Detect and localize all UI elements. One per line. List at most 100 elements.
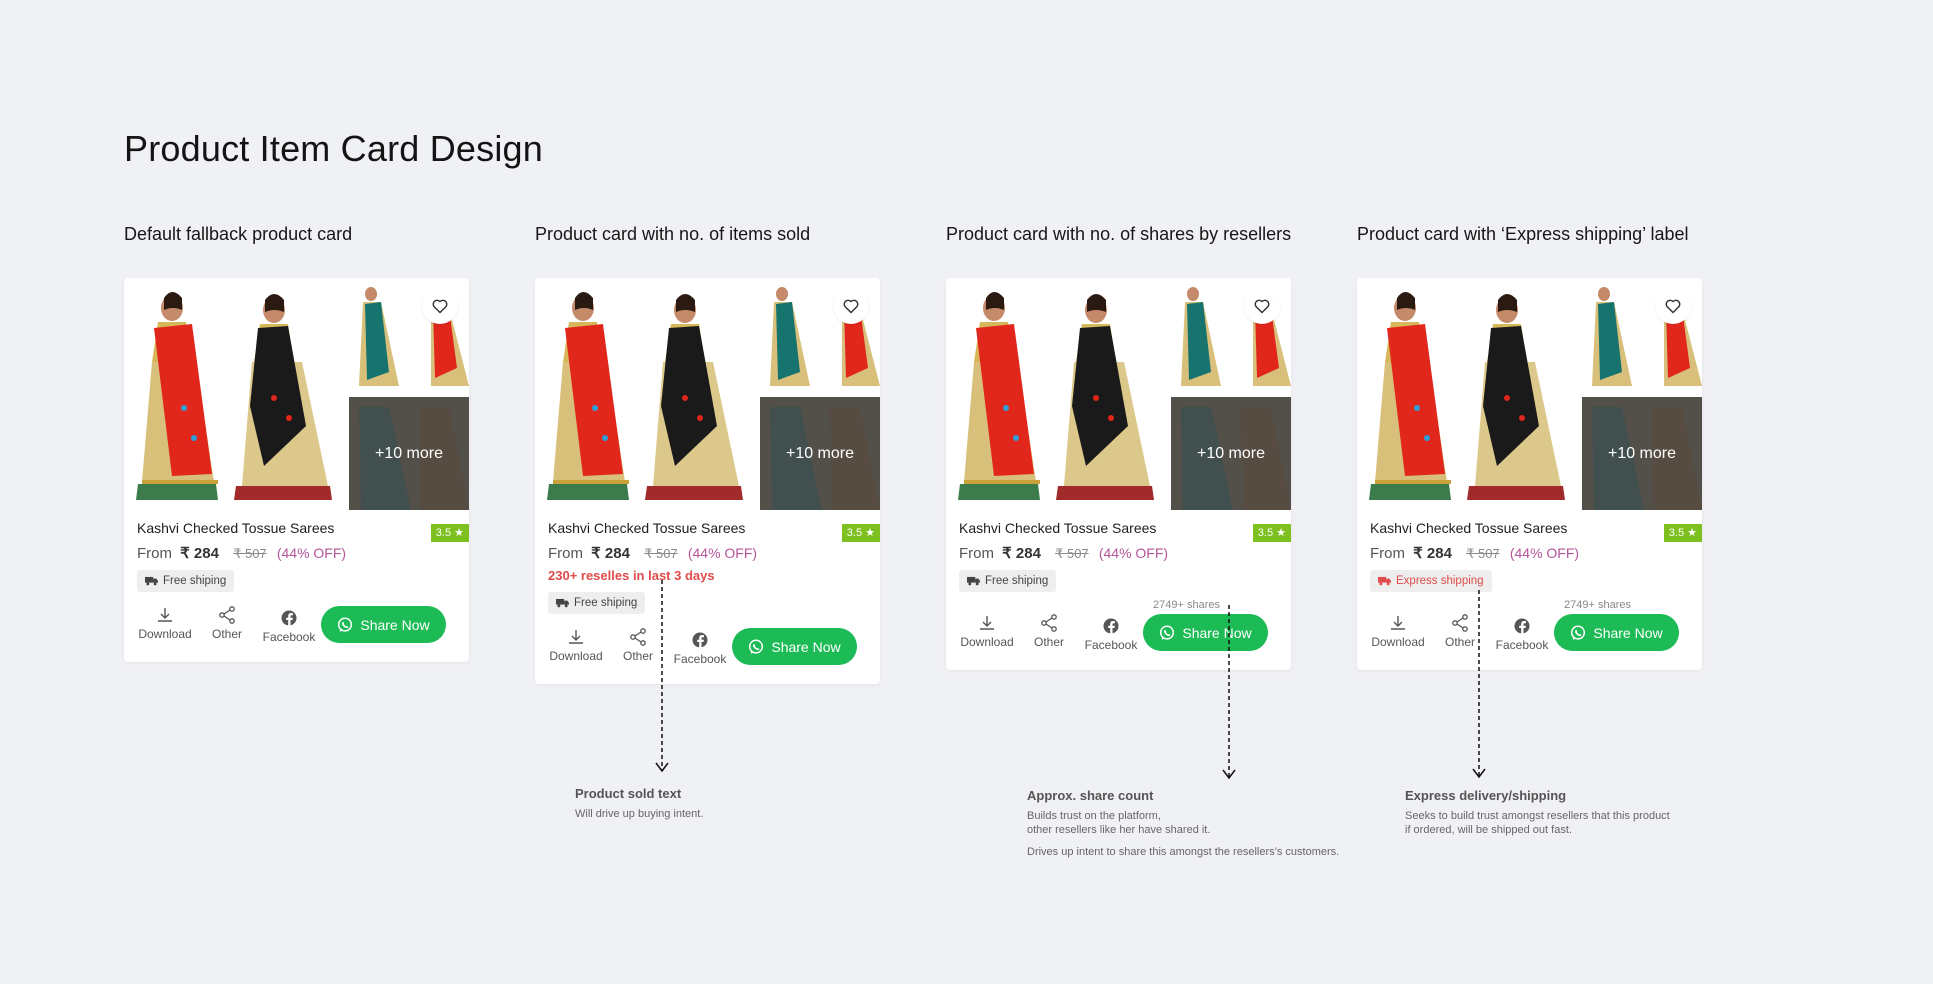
product-image-more[interactable]: +10 more bbox=[1171, 397, 1291, 510]
arrow-down-icon bbox=[1472, 590, 1486, 779]
facebook-label: Facebook bbox=[1084, 638, 1138, 652]
product-name[interactable]: Kashvi Checked Tossue Sarees bbox=[959, 520, 1278, 538]
heart-icon bbox=[843, 299, 859, 314]
download-action[interactable]: Download bbox=[546, 628, 606, 663]
product-image-more[interactable]: +10 more bbox=[349, 397, 469, 510]
card-heading: Default fallback product card bbox=[124, 224, 353, 244]
shipping-badge: Free shiping bbox=[959, 570, 1057, 592]
page-title: Product Item Card Design bbox=[124, 128, 543, 169]
wishlist-button[interactable] bbox=[422, 288, 458, 324]
shipping-wrap: Free shiping bbox=[137, 564, 456, 592]
from-label: From bbox=[548, 545, 583, 562]
other-share-action[interactable]: Other bbox=[197, 606, 257, 641]
discount-label: (44% OFF) bbox=[687, 545, 758, 561]
whatsapp-icon bbox=[338, 617, 353, 632]
arrow-down-icon bbox=[655, 580, 669, 773]
note-express-line-1: Seeks to build trust amongst resellers t… bbox=[1405, 810, 1670, 822]
facebook-icon bbox=[692, 632, 708, 648]
other-label: Other bbox=[1033, 635, 1064, 649]
selling-price: ₹ 284 bbox=[1413, 545, 1452, 562]
share-now-button[interactable]: Share Now bbox=[321, 606, 446, 643]
product-name[interactable]: Kashvi Checked Tossue Sarees bbox=[137, 520, 456, 538]
product-image-main[interactable] bbox=[535, 278, 755, 510]
price-row: From ₹ 284 ₹ 507 (44% OFF) bbox=[1370, 544, 1689, 564]
product-image-main[interactable] bbox=[124, 278, 344, 510]
card-column-2: Product card with no. of items sold +10 … bbox=[535, 224, 880, 684]
facebook-share-action[interactable]: Facebook bbox=[1492, 617, 1552, 652]
whatsapp-icon bbox=[1160, 625, 1175, 640]
card-heading: Product card with no. of items sold bbox=[535, 224, 811, 244]
truck-icon bbox=[145, 576, 158, 586]
product-name[interactable]: Kashvi Checked Tossue Sarees bbox=[1370, 520, 1689, 538]
rating-badge: 3.5 ★ bbox=[430, 524, 469, 542]
product-card[interactable]: +10 more Kashvi Checked Tossue Sarees 3.… bbox=[124, 278, 469, 662]
product-image-more[interactable]: +10 more bbox=[760, 397, 880, 510]
product-gallery[interactable]: +10 more bbox=[946, 278, 1291, 510]
facebook-share-action[interactable]: Facebook bbox=[670, 631, 730, 666]
wishlist-button[interactable] bbox=[833, 288, 869, 324]
card-heading: Product card with no. of shares by resel… bbox=[946, 224, 1292, 244]
facebook-icon bbox=[1514, 618, 1530, 634]
download-action[interactable]: Download bbox=[957, 614, 1017, 649]
truck-icon bbox=[1378, 576, 1391, 586]
share-now-button[interactable]: Share Now bbox=[1143, 614, 1268, 651]
facebook-share-action[interactable]: Facebook bbox=[259, 609, 319, 644]
download-icon bbox=[569, 630, 583, 644]
original-price: ₹ 507 bbox=[1055, 546, 1089, 561]
shipping-label: Free shiping bbox=[574, 597, 638, 609]
download-action[interactable]: Download bbox=[135, 606, 195, 641]
more-images-label[interactable]: +10 more bbox=[1171, 397, 1291, 510]
more-images-label[interactable]: +10 more bbox=[760, 397, 880, 510]
product-card[interactable]: +10 more Kashvi Checked Tossue Sarees 3.… bbox=[1357, 278, 1702, 670]
share-now-button[interactable]: Share Now bbox=[732, 628, 857, 665]
card-column-4: Product card with ‘Express shipping’ lab… bbox=[1357, 224, 1702, 670]
shipping-wrap: Free shiping bbox=[959, 564, 1278, 592]
shares-count: 2749+ shares bbox=[1564, 599, 1631, 611]
facebook-label: Facebook bbox=[262, 630, 316, 644]
wishlist-button[interactable] bbox=[1244, 288, 1280, 324]
from-label: From bbox=[1370, 545, 1405, 562]
shipping-label: Express shipping bbox=[1396, 575, 1484, 587]
product-card[interactable]: +10 more Kashvi Checked Tossue Sarees 3.… bbox=[946, 278, 1291, 670]
download-icon bbox=[1391, 616, 1405, 630]
other-share-action[interactable]: Other bbox=[1019, 614, 1079, 649]
rating-badge: 3.5 ★ bbox=[1252, 524, 1291, 542]
truck-icon bbox=[967, 576, 980, 586]
card-column-1: Default fallback product card +10 more K… bbox=[124, 224, 469, 662]
share-icon bbox=[1041, 614, 1057, 632]
note-sold-title: Product sold text bbox=[575, 786, 682, 801]
product-gallery[interactable]: +10 more bbox=[1357, 278, 1702, 510]
arrow-down-icon bbox=[1222, 605, 1236, 780]
share-now-label: Share Now bbox=[1593, 624, 1663, 641]
share-now-button[interactable]: Share Now bbox=[1554, 614, 1679, 651]
more-images-label[interactable]: +10 more bbox=[1582, 397, 1702, 510]
note-sold-line: Will drive up buying intent. bbox=[575, 808, 704, 820]
product-gallery[interactable]: +10 more bbox=[535, 278, 880, 510]
share-now-label: Share Now bbox=[771, 638, 841, 655]
download-action[interactable]: Download bbox=[1368, 614, 1428, 649]
download-icon bbox=[980, 616, 994, 630]
shipping-badge: Free shiping bbox=[548, 592, 646, 614]
product-card[interactable]: +10 more Kashvi Checked Tossue Sarees 3.… bbox=[535, 278, 880, 684]
facebook-icon bbox=[281, 610, 297, 626]
product-image-main[interactable] bbox=[1357, 278, 1577, 510]
shipping-wrap: Express shipping bbox=[1370, 564, 1689, 592]
product-name[interactable]: Kashvi Checked Tossue Sarees bbox=[548, 520, 867, 538]
shipping-badge: Free shiping bbox=[137, 570, 235, 592]
product-gallery[interactable]: +10 more bbox=[124, 278, 469, 510]
note-express-title: Express delivery/shipping bbox=[1405, 788, 1567, 803]
product-image-main[interactable] bbox=[946, 278, 1166, 510]
price-row: From ₹ 284 ₹ 507 (44% OFF) bbox=[548, 544, 867, 564]
facebook-share-action[interactable]: Facebook bbox=[1081, 617, 1141, 652]
note-shares-line-3: Drives up intent to share this amongst t… bbox=[1027, 846, 1340, 858]
product-image-more[interactable]: +10 more bbox=[1582, 397, 1702, 510]
selling-price: ₹ 284 bbox=[591, 545, 630, 562]
wishlist-button[interactable] bbox=[1655, 288, 1691, 324]
items-sold-text: 230+ reselles in last 3 days bbox=[548, 568, 715, 583]
rating-badge: 3.5 ★ bbox=[1663, 524, 1702, 542]
discount-label: (44% OFF) bbox=[276, 545, 347, 561]
more-images-label[interactable]: +10 more bbox=[349, 397, 469, 510]
shipping-wrap: Free shiping bbox=[548, 586, 867, 614]
price-row: From ₹ 284 ₹ 507 (44% OFF) bbox=[959, 544, 1278, 564]
product-info: Kashvi Checked Tossue Sarees 3.5 ★ From … bbox=[124, 510, 469, 662]
